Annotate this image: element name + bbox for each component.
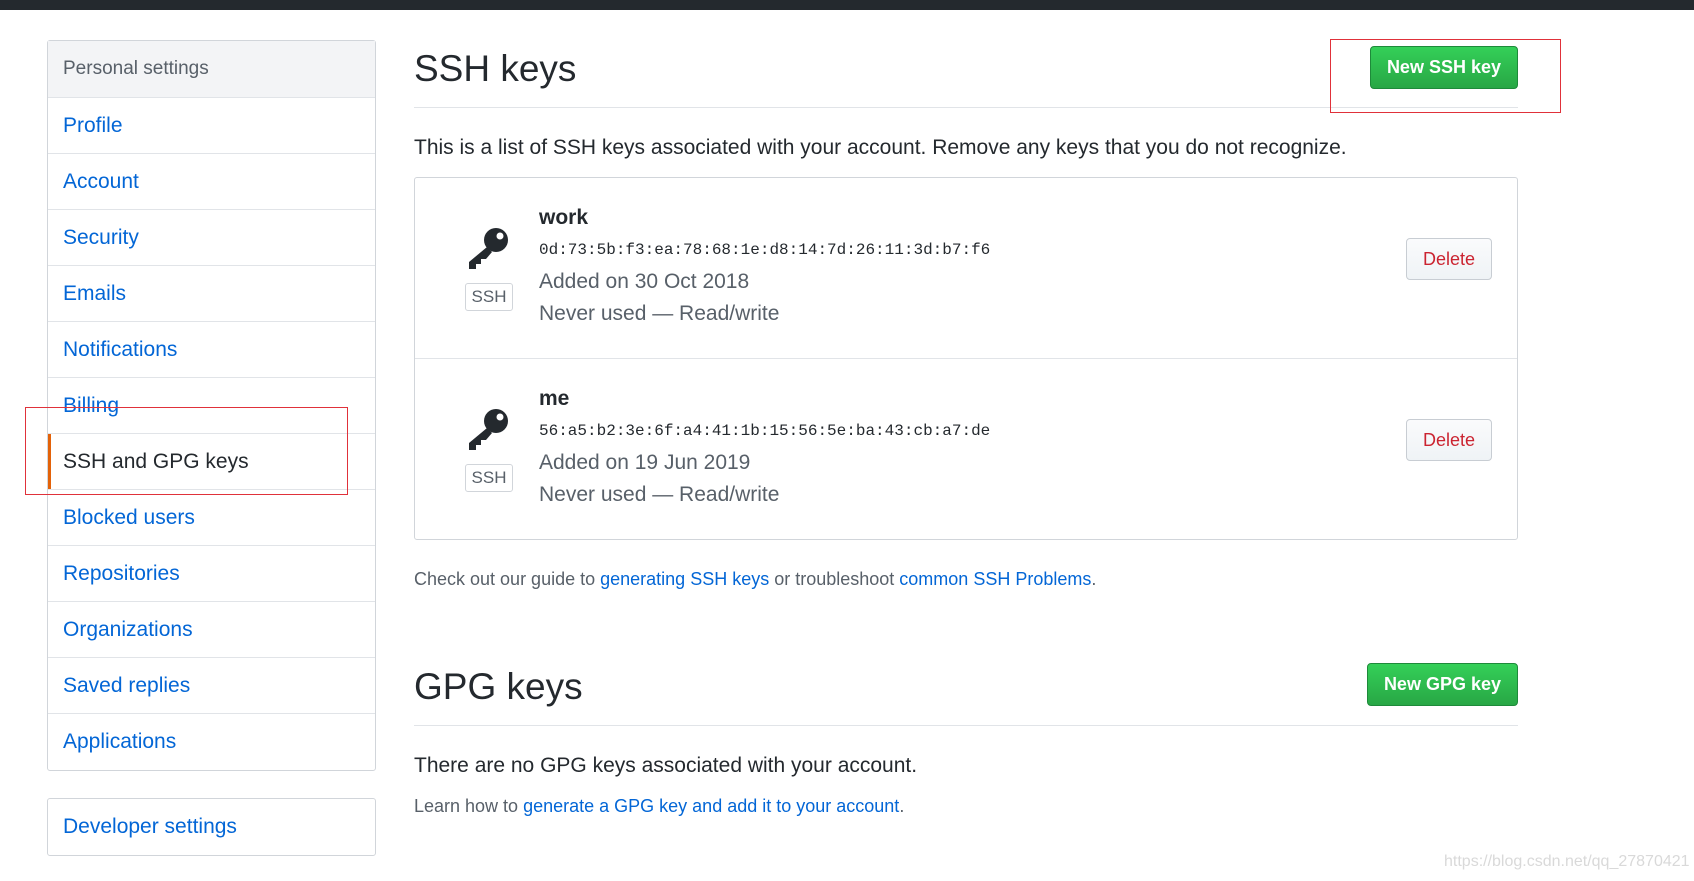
sidebar-item-saved-replies[interactable]: Saved replies: [48, 658, 375, 714]
help-middle: or troubleshoot: [769, 569, 900, 589]
sidebar-item-security[interactable]: Security: [48, 210, 375, 266]
developer-settings-menu: Developer settings: [47, 798, 376, 856]
ssh-badge: SSH: [465, 464, 513, 492]
key-icon: [469, 228, 508, 269]
gpg-help-text: Learn how to generate a GPG key and add …: [414, 796, 1518, 817]
key-added-date: Added on 30 Oct 2018: [539, 270, 750, 293]
sidebar-item-emails[interactable]: Emails: [48, 266, 375, 322]
generate-gpg-key-link[interactable]: generate a GPG key and add it to your ac…: [523, 796, 899, 816]
delete-key-button[interactable]: Delete: [1406, 238, 1492, 280]
sidebar-item-developer-settings[interactable]: Developer settings: [48, 799, 375, 855]
key-fingerprint: 56:a5:b2:3e:6f:a4:41:1b:15:56:5e:ba:43:c…: [539, 422, 991, 440]
gpg-hint-suffix: .: [899, 796, 905, 816]
delete-key-button[interactable]: Delete: [1406, 419, 1492, 461]
key-icon: [469, 409, 508, 450]
new-gpg-key-button[interactable]: New GPG key: [1366, 663, 1518, 706]
ssh-key-item: SSH me 56:a5:b2:3e:6f:a4:41:1b:15:56:5e:…: [415, 359, 1517, 539]
sidebar-item-profile[interactable]: Profile: [48, 98, 375, 154]
sidebar-item-notifications[interactable]: Notifications: [48, 322, 375, 378]
key-added-date: Added on 19 Jun 2019: [539, 451, 751, 474]
settings-sidebar: Personal settings Profile Account Securi…: [47, 40, 376, 771]
gpg-empty-message: There are no GPG keys associated with yo…: [414, 754, 918, 777]
sidebar-heading: Personal settings: [48, 41, 375, 98]
key-usage: Never used — Read/write: [539, 483, 780, 506]
help-prefix: Check out our guide to: [414, 569, 601, 589]
ssh-help-text: Check out our guide to generating SSH ke…: [414, 569, 1518, 590]
sidebar-item-account[interactable]: Account: [48, 154, 375, 210]
gpg-hint-prefix: Learn how to: [414, 796, 524, 816]
ssh-description: This is a list of SSH keys associated wi…: [414, 136, 1347, 159]
gpg-section-header: GPG keys New GPG key: [414, 658, 1518, 726]
key-usage: Never used — Read/write: [539, 302, 780, 325]
gpg-section: GPG keys New GPG key There are no GPG ke…: [414, 658, 1518, 817]
annotation-box-ssh-gpg-keys: [25, 407, 348, 495]
sidebar-item-applications[interactable]: Applications: [48, 714, 375, 770]
annotation-box-new-ssh-key: [1330, 39, 1561, 113]
key-title: work: [539, 206, 589, 229]
key-title: me: [539, 387, 570, 410]
ssh-key-list: SSH work 0d:73:5b:f3:ea:78:68:1e:d8:14:7…: [414, 177, 1518, 540]
sidebar-item-repositories[interactable]: Repositories: [48, 546, 375, 602]
ssh-badge: SSH: [465, 283, 513, 311]
sidebar-item-organizations[interactable]: Organizations: [48, 602, 375, 658]
ssh-keys-title: SSH keys: [414, 48, 577, 89]
common-ssh-problems-link[interactable]: common SSH Problems: [899, 569, 1091, 589]
sidebar-item-blocked-users[interactable]: Blocked users: [48, 490, 375, 546]
gpg-keys-title: GPG keys: [414, 666, 583, 707]
key-fingerprint: 0d:73:5b:f3:ea:78:68:1e:d8:14:7d:26:11:3…: [539, 241, 991, 259]
generating-ssh-keys-link[interactable]: generating SSH keys: [600, 569, 769, 589]
main-content: SSH keys New SSH key This is a list of S…: [414, 40, 1518, 817]
help-suffix: .: [1091, 569, 1097, 589]
watermark: https://blog.csdn.net/qq_27870421: [1444, 853, 1690, 870]
ssh-key-item: SSH work 0d:73:5b:f3:ea:78:68:1e:d8:14:7…: [415, 178, 1517, 359]
top-bar: [0, 0, 1694, 10]
